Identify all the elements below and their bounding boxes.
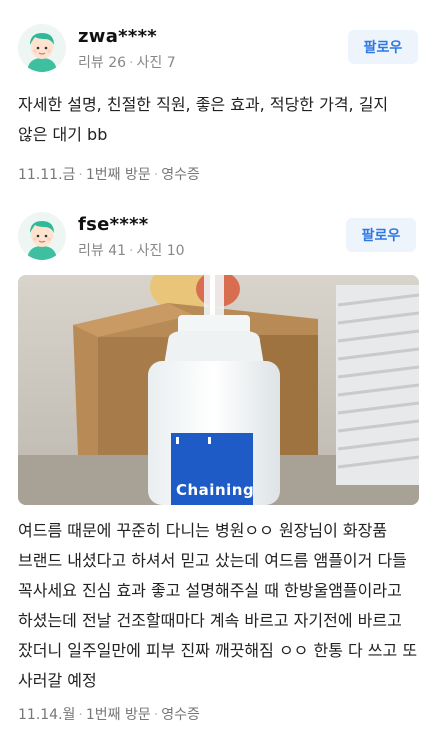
follow-button[interactable]: 팔로우 xyxy=(346,218,416,252)
separator-dot: · xyxy=(129,243,134,259)
review-meta: 11.11.금 · 1번째 방문 · 영수증 xyxy=(18,164,200,184)
visit-date: 11.11.금 xyxy=(18,167,76,183)
separator-dot: · xyxy=(153,167,159,183)
review-header: fse**** 리뷰 41 · 사진 10 팔로우 xyxy=(18,212,418,262)
reviewer-name[interactable]: fse**** xyxy=(78,214,149,235)
photo-count: 사진 10 xyxy=(136,243,185,259)
reviewer-name[interactable]: zwa**** xyxy=(78,26,157,47)
avatar[interactable] xyxy=(18,212,66,260)
receipt-label: 영수증 xyxy=(161,167,200,183)
avatar[interactable] xyxy=(18,24,66,72)
review-meta: 11.14.월 · 1번째 방문 · 영수증 xyxy=(18,704,200,724)
receipt-label: 영수증 xyxy=(161,707,200,723)
visit-date: 11.14.월 xyxy=(18,707,76,723)
visit-count: 1번째 방문 xyxy=(85,707,151,723)
review-text: 자세한 설명, 친절한 직원, 좋은 효과, 적당한 가격, 길지 않은 대기 … xyxy=(18,95,389,144)
separator-dot: · xyxy=(129,55,134,71)
separator-dot: · xyxy=(153,707,159,723)
reviewer-stats: 리뷰 26 · 사진 7 xyxy=(78,52,176,72)
review-count: 리뷰 26 xyxy=(78,55,127,71)
avatar-icon xyxy=(18,24,66,72)
review-count: 리뷰 41 xyxy=(78,243,127,259)
ampoule-photo-image xyxy=(18,275,419,505)
reviewer-stats: 리뷰 41 · 사진 10 xyxy=(78,240,185,260)
visit-count: 1번째 방문 xyxy=(85,167,151,183)
separator-dot: · xyxy=(78,707,83,723)
avatar-icon xyxy=(18,212,66,260)
separator-dot: · xyxy=(78,167,83,183)
follow-button[interactable]: 팔로우 xyxy=(348,30,418,64)
photo-count: 사진 7 xyxy=(136,55,176,71)
review-text: 여드름 때문에 꾸준히 다니는 병원ㅇㅇ 원장님이 화장품 브랜드 내셨다고 하… xyxy=(18,521,418,690)
review-header: zwa**** 리뷰 26 · 사진 7 팔로우 xyxy=(18,24,418,74)
photo-label-text: Chaining xyxy=(176,481,255,499)
review-photo[interactable]: Chaining xyxy=(18,275,419,505)
